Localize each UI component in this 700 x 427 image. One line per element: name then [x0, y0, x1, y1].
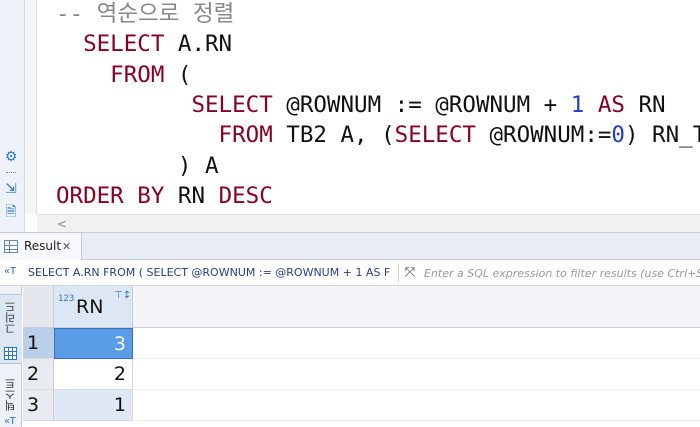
grid-corner[interactable] — [23, 286, 54, 328]
sql-text: RN — [624, 91, 666, 118]
sql-keyword: AS — [584, 91, 625, 118]
cell-rn[interactable]: 3 — [54, 328, 133, 359]
view-mode-tabs: 그리드 텍스트 «T — [0, 286, 22, 427]
cell-rn[interactable]: 2 — [54, 359, 133, 390]
sql-text: @ROWNUM:= — [475, 122, 612, 149]
grid-icon — [4, 347, 17, 360]
tab-text-view[interactable]: 텍스트 «T — [0, 374, 22, 427]
sql-filter-icon: «T — [4, 266, 17, 277]
filter-input[interactable] — [424, 263, 700, 283]
column-header-rn[interactable]: 123 RN ⊤↕ — [54, 286, 133, 328]
sql-keyword: FROM — [56, 122, 273, 149]
line-number-bar — [25, 0, 37, 214]
tab-result[interactable]: Result ✕ — [0, 233, 82, 260]
sql-keyword: DESC — [218, 182, 273, 209]
result-panel-header: Result ✕ — [0, 232, 700, 260]
row-number[interactable]: 2 — [23, 359, 54, 390]
expand-icon[interactable]: ⤧ — [402, 265, 418, 281]
sql-text: ) A — [56, 152, 219, 179]
sql-keyword: SELECT — [56, 91, 273, 118]
sql-text: A.RN — [164, 31, 233, 58]
row-number[interactable]: 3 — [23, 390, 54, 421]
filter-query-text: SELECT A.RN FROM ( SELECT @ROWNUM := @RO… — [28, 266, 391, 279]
scroll-left-icon[interactable]: < — [57, 215, 67, 233]
sql-text: ( — [164, 61, 192, 88]
row-empty-area — [133, 390, 700, 421]
code-line: SELECT @ROWNUM := @ROWNUM + 1 AS RN — [56, 90, 666, 120]
header-empty-area — [133, 286, 700, 328]
row-number[interactable]: 1 — [23, 328, 54, 359]
sql-text: @ROWNUM := @ROWNUM + — [272, 91, 571, 118]
code-line: ) A — [56, 151, 219, 181]
tab-result-label: Result — [24, 239, 62, 253]
column-name: RN — [76, 296, 104, 318]
table-icon — [4, 240, 18, 253]
gutter-separator — [6, 172, 16, 176]
sql-comment: -- 역순으로 정렬 — [56, 1, 235, 27]
table-row[interactable]: 31 — [23, 390, 700, 421]
sql-code-editor[interactable]: -- 역순으로 정렬 SELECT A.RN FROM ( SELECT @RO… — [56, 0, 700, 214]
sql-keyword: ORDER BY — [56, 182, 165, 209]
horizontal-scrollbar[interactable]: < — [37, 214, 700, 232]
code-line: SELECT A.RN — [56, 29, 232, 59]
file-warning-icon[interactable]: 🗎 — [2, 203, 20, 221]
cell-rn[interactable]: 1 — [54, 390, 133, 421]
sql-text: RN — [164, 182, 219, 209]
text-view-icon: «T — [4, 416, 16, 427]
tab-grid-view[interactable]: 그리드 — [0, 294, 22, 364]
gear-icon[interactable]: ⚙ — [2, 148, 20, 166]
table-row[interactable]: 13 — [23, 328, 700, 359]
sql-keyword: SELECT — [394, 122, 476, 149]
sort-filter-icon[interactable]: ⊤↕ — [114, 290, 131, 301]
code-line: FROM TB2 A, (SELECT @ROWNUM:=0) RN_TB — [56, 120, 700, 150]
table-row[interactable]: 22 — [23, 359, 700, 390]
row-empty-area — [133, 328, 700, 359]
sql-text: ) RN_TB — [624, 122, 700, 149]
tab-text-label: 텍스트 — [4, 378, 17, 411]
code-line: FROM ( — [56, 60, 191, 90]
tab-grid-label: 그리드 — [4, 301, 17, 334]
row-empty-area — [133, 359, 700, 390]
code-line: ORDER BY RN DESC — [56, 181, 273, 211]
editor-gutter: ⚙ ⇲ 🗎 — [0, 0, 25, 232]
close-icon[interactable]: ✕ — [62, 233, 71, 260]
filter-divider — [398, 264, 399, 282]
numeric-type-icon: 123 — [58, 294, 75, 304]
sql-text: TB2 A, ( — [272, 122, 395, 149]
export-icon[interactable]: ⇲ — [2, 180, 20, 198]
sql-keyword: FROM — [56, 61, 165, 88]
sql-keyword: SELECT — [56, 31, 165, 58]
result-grid[interactable]: 123 RN ⊤↕ 132231 — [23, 286, 700, 427]
sql-number: 0 — [611, 122, 625, 149]
filter-bar: «T SELECT A.RN FROM ( SELECT @ROWNUM := … — [0, 260, 700, 286]
code-line: -- 역순으로 정렬 — [56, 0, 234, 29]
sql-number: 1 — [570, 91, 585, 118]
